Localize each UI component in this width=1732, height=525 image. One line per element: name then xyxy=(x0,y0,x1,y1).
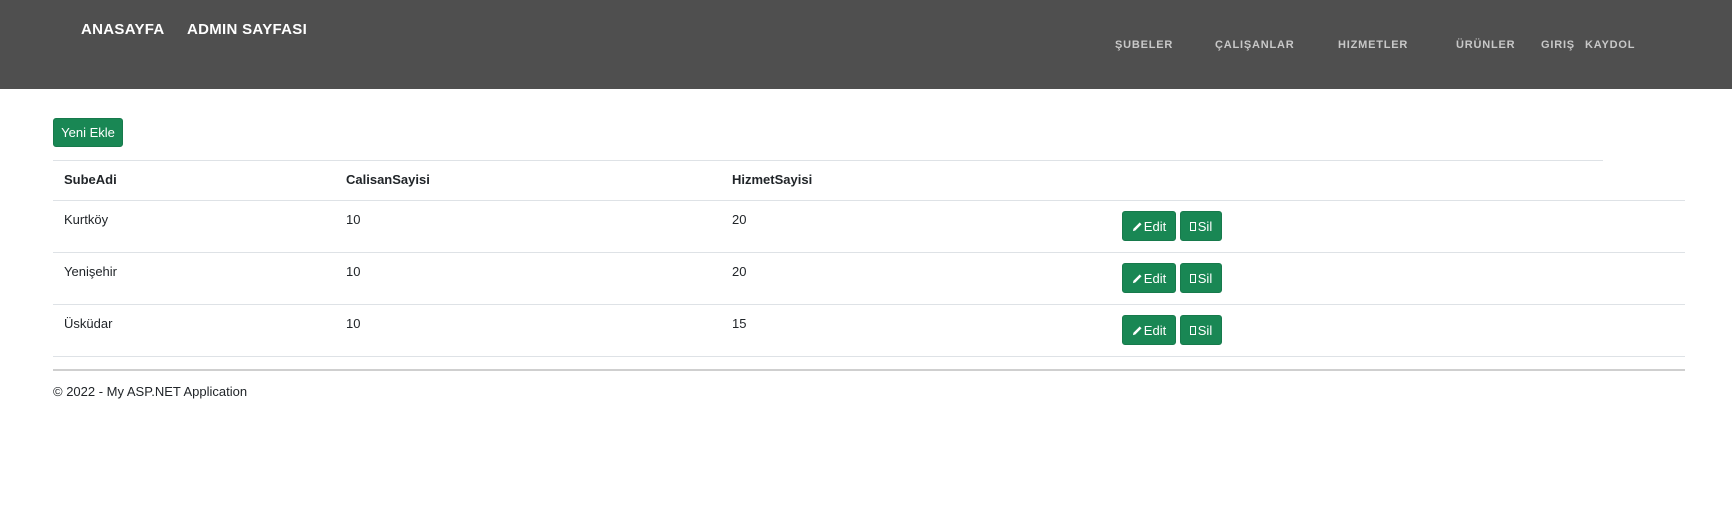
nav-link-subeler[interactable]: ŞUBELER xyxy=(1115,39,1173,51)
cell-sube-adi: Yenişehir xyxy=(64,264,118,279)
cell-sube-adi: Üsküdar xyxy=(64,316,113,331)
pencil-icon xyxy=(1132,325,1142,335)
top-navbar: ANASAYFA ADMIN SAYFASI ŞUBELER ÇALIŞANLA… xyxy=(0,0,1732,89)
delete-button[interactable]: Sil xyxy=(1180,263,1222,293)
trash-icon xyxy=(1189,325,1196,335)
row-divider xyxy=(53,252,1685,253)
edit-button[interactable]: Edit xyxy=(1122,211,1176,241)
edit-button[interactable]: Edit xyxy=(1122,315,1176,345)
pencil-icon xyxy=(1132,273,1142,283)
cell-sube-adi: Kurtköy xyxy=(64,212,109,227)
column-header-hizmetsayisi: HizmetSayisi xyxy=(732,172,813,187)
row-divider xyxy=(53,304,1685,305)
column-header-calisansayisi: CalisanSayisi xyxy=(346,172,430,187)
add-new-button[interactable]: Yeni Ekle xyxy=(53,118,123,147)
edit-button[interactable]: Edit xyxy=(1122,263,1176,293)
nav-link-admin-sayfasi[interactable]: ADMIN SAYFASI xyxy=(187,21,307,38)
nav-link-urunler[interactable]: ÜRÜNLER xyxy=(1456,39,1515,51)
header-row-border xyxy=(53,200,1685,201)
nav-link-anasayfa[interactable]: ANASAYFA xyxy=(81,21,165,38)
nav-link-hizmetler[interactable]: HIZMETLER xyxy=(1338,39,1408,51)
edit-label: Edit xyxy=(1143,218,1167,234)
footer-divider xyxy=(53,369,1685,371)
cell-calisan-sayisi: 10 xyxy=(346,212,361,227)
column-header-subeadi: SubeAdi xyxy=(64,172,117,187)
delete-button[interactable]: Sil xyxy=(1180,315,1222,345)
cell-calisan-sayisi: 10 xyxy=(346,264,361,279)
delete-button[interactable]: Sil xyxy=(1180,211,1222,241)
edit-label: Edit xyxy=(1143,270,1167,286)
delete-label: Sil xyxy=(1197,270,1213,286)
row-divider xyxy=(53,356,1685,357)
pencil-icon xyxy=(1132,221,1142,231)
nav-link-kaydol[interactable]: KAYDOL xyxy=(1585,39,1635,51)
nav-link-giris[interactable]: GIRIŞ xyxy=(1541,39,1575,51)
nav-link-calisanlar[interactable]: ÇALIŞANLAR xyxy=(1215,39,1295,51)
delete-label: Sil xyxy=(1197,218,1213,234)
table-top-border xyxy=(53,160,1603,161)
footer-copyright: © 2022 - My ASP.NET Application xyxy=(53,384,248,399)
cell-hizmet-sayisi: 20 xyxy=(732,264,747,279)
trash-icon xyxy=(1189,273,1196,283)
delete-label: Sil xyxy=(1197,322,1213,338)
edit-label: Edit xyxy=(1143,322,1167,338)
cell-hizmet-sayisi: 15 xyxy=(732,316,747,331)
trash-icon xyxy=(1189,221,1196,231)
cell-hizmet-sayisi: 20 xyxy=(732,212,747,227)
cell-calisan-sayisi: 10 xyxy=(346,316,361,331)
